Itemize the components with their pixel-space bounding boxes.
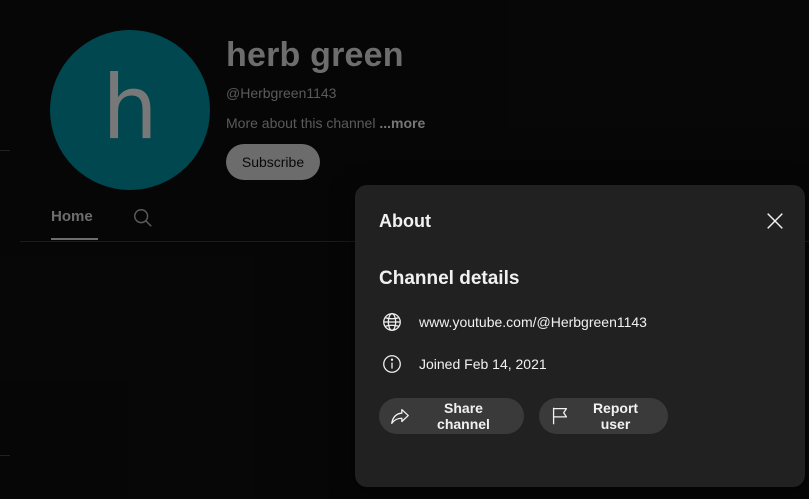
share-channel-button[interactable]: Share channel bbox=[379, 398, 524, 434]
tab-home[interactable]: Home bbox=[51, 208, 93, 225]
channel-description: More about this channel ...more bbox=[226, 115, 425, 131]
channel-details-heading: Channel details bbox=[379, 268, 520, 289]
channel-url-row: www.youtube.com/@Herbgreen1143 bbox=[381, 311, 647, 333]
joined-date: Joined Feb 14, 2021 bbox=[419, 356, 547, 372]
share-icon bbox=[389, 405, 411, 427]
channel-name: herb green bbox=[226, 36, 404, 74]
search-icon[interactable] bbox=[132, 207, 154, 229]
globe-icon bbox=[381, 311, 403, 333]
channel-url[interactable]: www.youtube.com/@Herbgreen1143 bbox=[419, 314, 647, 330]
divider bbox=[0, 455, 10, 456]
more-link[interactable]: ...more bbox=[379, 115, 425, 131]
dialog-title: About bbox=[379, 211, 431, 231]
tab-active-indicator bbox=[51, 238, 98, 240]
close-icon[interactable] bbox=[761, 207, 789, 235]
subscribe-button[interactable]: Subscribe bbox=[226, 144, 320, 180]
channel-page: h herb green @Herbgreen1143 More about t… bbox=[0, 0, 809, 499]
description-text: More about this channel bbox=[226, 115, 380, 131]
about-dialog: About Channel details www.youtube.com/@H… bbox=[355, 185, 805, 487]
flag-icon bbox=[549, 405, 571, 427]
joined-row: Joined Feb 14, 2021 bbox=[381, 353, 547, 375]
report-user-label: Report user bbox=[592, 400, 639, 432]
share-channel-label: Share channel bbox=[437, 400, 490, 432]
avatar-letter: h bbox=[102, 56, 158, 159]
divider bbox=[0, 150, 10, 151]
channel-handle: @Herbgreen1143 bbox=[226, 85, 337, 101]
report-user-button[interactable]: Report user bbox=[539, 398, 668, 434]
channel-avatar: h bbox=[50, 30, 210, 190]
info-icon bbox=[381, 353, 403, 375]
